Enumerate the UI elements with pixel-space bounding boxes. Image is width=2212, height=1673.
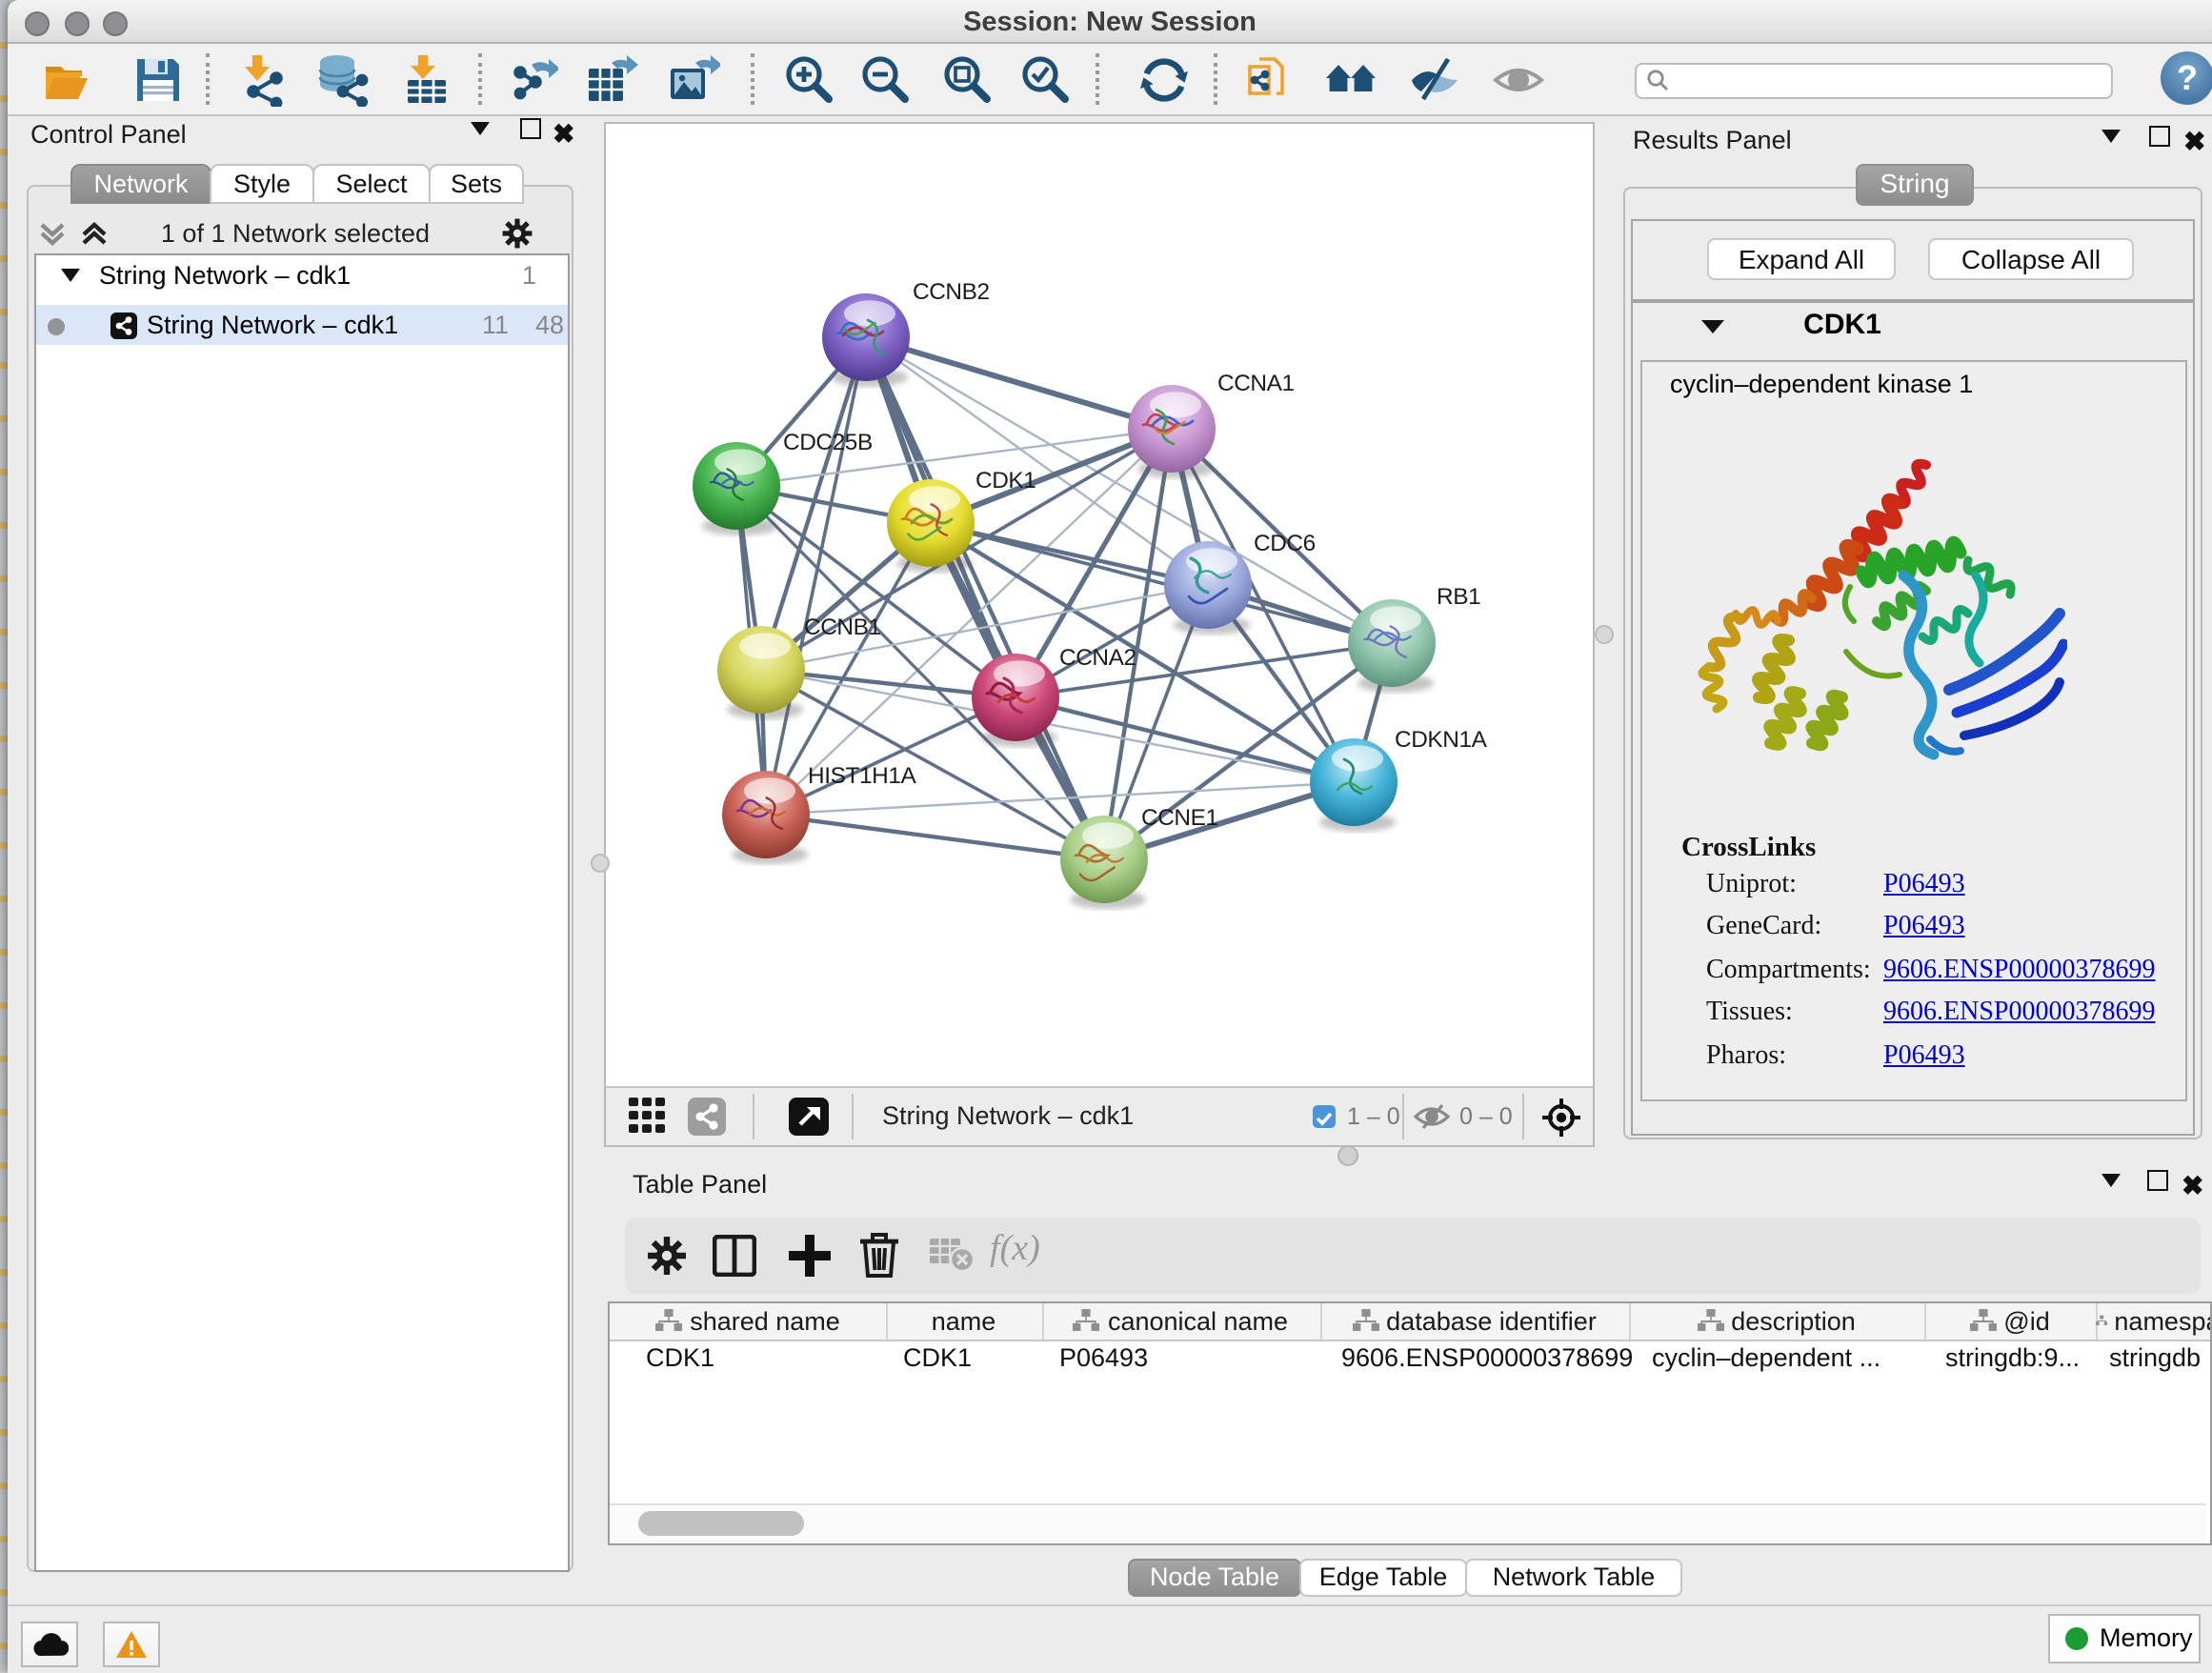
svg-text:CDC25B: CDC25B — [783, 429, 873, 454]
svg-text:CCNB2: CCNB2 — [913, 278, 990, 304]
svg-text:CCNB1: CCNB1 — [804, 614, 881, 639]
svg-text:CCNE1: CCNE1 — [1141, 804, 1218, 830]
svg-text:CCNA1: CCNA1 — [1217, 370, 1295, 395]
svg-text:HIST1H1A: HIST1H1A — [808, 762, 917, 788]
svg-text:CDK1: CDK1 — [975, 467, 1036, 493]
svg-text:RB1: RB1 — [1437, 583, 1480, 609]
svg-text:CCNA2: CCNA2 — [1059, 644, 1136, 670]
svg-text:CDKN1A: CDKN1A — [1395, 726, 1488, 752]
svg-text:CDC6: CDC6 — [1254, 530, 1316, 555]
